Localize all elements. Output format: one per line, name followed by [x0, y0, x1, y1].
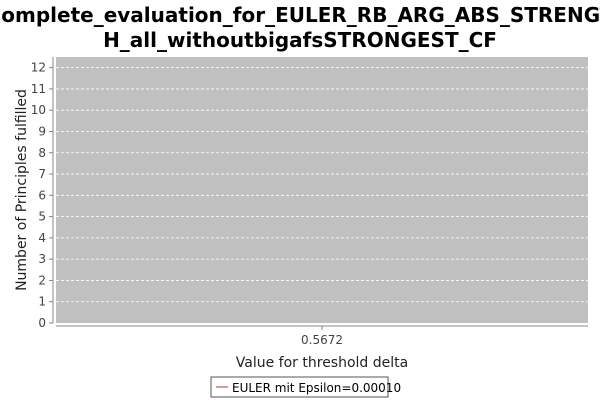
chart-title: Complete_evaluation_for_EULER_RB_ARG_ABS…: [0, 3, 600, 52]
y-axis-ticks: 0123456789101112: [31, 61, 53, 330]
y-tick-label: 3: [38, 252, 46, 266]
y-tick-label: 1: [38, 295, 46, 309]
y-tick-label: 7: [38, 167, 46, 181]
plot-area: [56, 57, 588, 323]
x-axis-ticks: 0.5672: [301, 326, 343, 347]
legend-label: EULER mit Epsilon=0.00010: [232, 381, 401, 395]
x-axis-label: Value for threshold delta: [236, 355, 408, 371]
y-tick-label: 9: [38, 124, 46, 138]
x-tick-label: 0.5672: [301, 333, 343, 347]
y-tick-label: 10: [31, 103, 46, 117]
y-tick-label: 6: [38, 188, 46, 202]
y-tick-label: 5: [38, 210, 46, 224]
y-tick-label: 11: [31, 82, 46, 96]
y-tick-label: 2: [38, 273, 46, 287]
y-tick-label: 8: [38, 146, 46, 160]
y-tick-label: 4: [38, 231, 46, 245]
y-tick-label: 0: [38, 316, 46, 330]
y-axis-label: Number of Principles fulfilled: [14, 89, 30, 291]
chart: Complete_evaluation_for_EULER_RB_ARG_ABS…: [0, 3, 600, 398]
legend: EULER mit Epsilon=0.00010: [210, 376, 401, 398]
chart-title-line-1: Complete_evaluation_for_EULER_RB_ARG_ABS…: [0, 3, 600, 27]
y-tick-label: 12: [31, 61, 46, 75]
chart-title-line-2: H_all_withoutbigafsSTRONGEST_CF: [103, 28, 497, 52]
